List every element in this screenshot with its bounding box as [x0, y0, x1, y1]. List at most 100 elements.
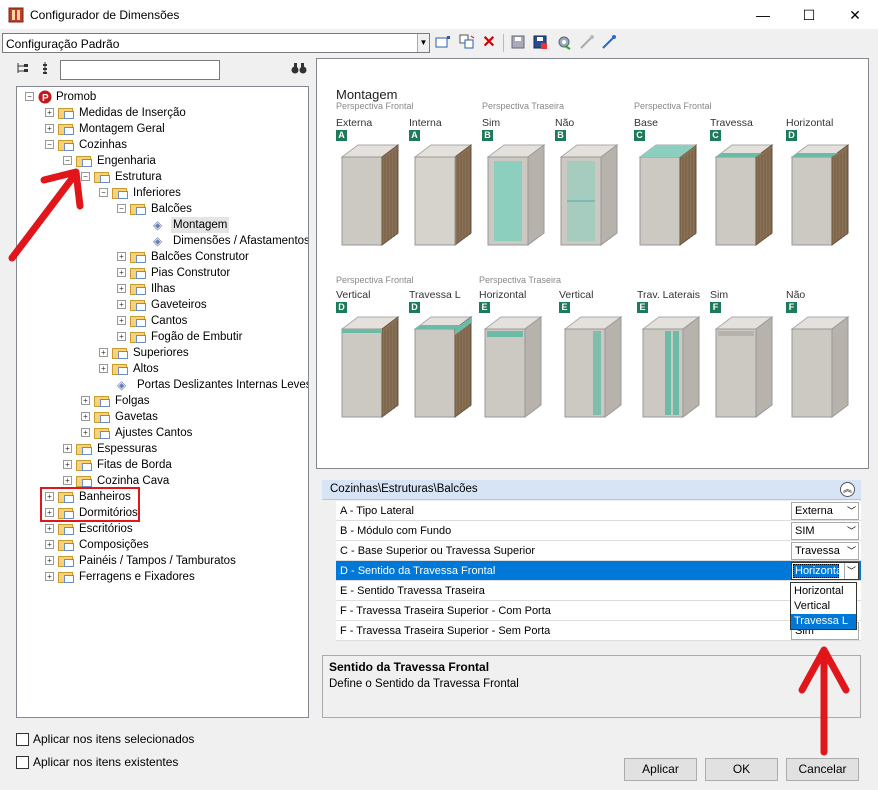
- chevron-down-icon[interactable]: ﹀: [847, 543, 856, 559]
- maximize-button[interactable]: ☐: [786, 0, 832, 30]
- cabinet-badge: B: [482, 130, 493, 141]
- property-row[interactable]: E - Sentido Travessa Traseira: [336, 581, 861, 601]
- export-icon[interactable]: [600, 34, 618, 52]
- property-value-select[interactable]: Horizontal ﹀: [791, 562, 859, 580]
- binoculars-icon[interactable]: [290, 61, 308, 79]
- expand-toggle[interactable]: +: [81, 428, 90, 437]
- tag-icon: ◈: [117, 378, 127, 392]
- expand-toggle[interactable]: +: [63, 444, 72, 453]
- settings-gear-icon[interactable]: [555, 34, 573, 52]
- property-row[interactable]: F - Travessa Traseira Superior - Com Por…: [336, 601, 861, 621]
- expand-toggle[interactable]: +: [117, 332, 126, 341]
- expand-toggle[interactable]: +: [63, 476, 72, 485]
- ok-button[interactable]: OK: [705, 758, 778, 781]
- tree-node-label: Dimensões / Afastamentos: [173, 235, 309, 247]
- properties-grid: A - Tipo Lateral Externa ﹀ B - Módulo com…: [322, 501, 861, 645]
- save-as-icon[interactable]: [531, 34, 549, 52]
- expand-toggle[interactable]: +: [117, 300, 126, 309]
- apply-selected-checkbox[interactable]: [16, 733, 29, 746]
- chevron-down-icon[interactable]: ﹀: [847, 503, 856, 519]
- folder-icon: [94, 170, 110, 183]
- expand-toggle[interactable]: +: [99, 364, 108, 373]
- expand-toggle[interactable]: +: [117, 268, 126, 277]
- chevron-down-icon[interactable]: ▼: [417, 34, 429, 52]
- tree-node-label: Balcões Construtor: [151, 251, 249, 263]
- promob-logo-icon: P: [38, 90, 52, 104]
- folder-icon: [58, 138, 74, 151]
- folder-icon: [76, 458, 92, 471]
- expand-tree-icon[interactable]: [14, 61, 32, 79]
- copy-config-icon[interactable]: [458, 34, 476, 52]
- new-config-icon[interactable]: [434, 34, 452, 52]
- dropdown-list[interactable]: Horizontal Vertical Travessa L: [790, 582, 857, 630]
- apply-button[interactable]: Aplicar: [624, 758, 697, 781]
- property-row[interactable]: B - Módulo com Fundo SIM ﹀: [336, 521, 861, 541]
- tree-node-label: Fitas de Borda: [97, 459, 172, 471]
- cabinet-badge: E: [559, 302, 570, 313]
- delete-icon[interactable]: ✕: [480, 34, 498, 52]
- cabinet-label: Interna: [409, 117, 442, 129]
- tree-search-input[interactable]: [60, 60, 220, 80]
- collapse-tree-icon[interactable]: [38, 61, 56, 79]
- property-label: E - Sentido Travessa Traseira: [340, 585, 485, 597]
- chevron-down-icon[interactable]: ﹀: [843, 563, 856, 579]
- dropdown-option-highlighted[interactable]: Travessa L: [791, 614, 856, 629]
- property-value-select[interactable]: Externa ﹀: [791, 502, 859, 520]
- property-row[interactable]: A - Tipo Lateral Externa ﹀: [336, 501, 861, 521]
- minimize-button[interactable]: —: [740, 0, 786, 30]
- cabinet-label: Sim: [482, 117, 501, 129]
- folder-icon: [130, 266, 146, 279]
- property-value-select[interactable]: SIM ﹀: [791, 522, 859, 540]
- expand-toggle[interactable]: +: [99, 348, 108, 357]
- collapse-toggle[interactable]: −: [45, 140, 54, 149]
- property-row[interactable]: F - Travessa Traseira Superior - Sem Por…: [336, 621, 861, 641]
- import-icon[interactable]: [578, 34, 596, 52]
- expand-toggle[interactable]: +: [63, 460, 72, 469]
- expand-toggle[interactable]: +: [45, 556, 54, 565]
- expand-toggle[interactable]: +: [117, 284, 126, 293]
- apply-existing-label: Aplicar nos itens existentes: [33, 755, 179, 769]
- property-value-select[interactable]: Travessa ﹀: [791, 542, 859, 560]
- chevron-down-icon[interactable]: ﹀: [847, 523, 856, 539]
- expand-toggle[interactable]: +: [45, 124, 54, 133]
- tree-node-label: Cantos: [151, 315, 188, 327]
- save-icon[interactable]: [509, 34, 527, 52]
- folder-icon: [112, 346, 128, 359]
- expand-toggle[interactable]: +: [45, 524, 54, 533]
- collapse-toggle[interactable]: −: [25, 92, 34, 101]
- preview-panel: Montagem Perspectiva Frontal Perspectiva…: [316, 58, 869, 469]
- folder-icon: [94, 394, 110, 407]
- collapse-toggle[interactable]: −: [117, 204, 126, 213]
- apply-existing-checkbox[interactable]: [16, 756, 29, 769]
- cancel-button[interactable]: Cancelar: [786, 758, 859, 781]
- tree-node-label: Ferragens e Fixadores: [79, 571, 195, 583]
- cabinet-badge: C: [634, 130, 645, 141]
- collapse-panel-icon[interactable]: ︽: [840, 482, 855, 497]
- property-row-selected[interactable]: D - Sentido da Travessa Frontal Horizont…: [336, 561, 861, 581]
- expand-toggle[interactable]: +: [45, 540, 54, 549]
- expand-toggle[interactable]: +: [81, 412, 90, 421]
- section-label: Perspectiva Traseira: [479, 275, 562, 285]
- cabinet-badge: E: [637, 302, 648, 313]
- property-value: SIM: [795, 525, 815, 537]
- configuration-select[interactable]: Configuração Padrão ▼: [2, 33, 430, 53]
- collapse-toggle[interactable]: −: [99, 188, 108, 197]
- tree-node-label: Escritórios: [79, 523, 133, 535]
- annotation-arrow-up-icon: [798, 646, 850, 756]
- expand-toggle[interactable]: +: [117, 316, 126, 325]
- cabinet-badge: D: [336, 302, 347, 313]
- cabinet-label: Horizontal: [479, 289, 527, 301]
- dropdown-option[interactable]: Vertical: [791, 599, 856, 614]
- expand-toggle[interactable]: +: [45, 572, 54, 581]
- property-row[interactable]: C - Base Superior ou Travessa Superior T…: [336, 541, 861, 561]
- close-button[interactable]: ✕: [832, 0, 878, 30]
- tree-node-label: Engenharia: [97, 155, 156, 167]
- expand-toggle[interactable]: +: [45, 108, 54, 117]
- expand-toggle[interactable]: +: [81, 396, 90, 405]
- folder-icon: [112, 362, 128, 375]
- tree-node-label: Promob: [56, 91, 97, 103]
- dropdown-option[interactable]: Horizontal: [791, 584, 856, 599]
- expand-toggle[interactable]: +: [117, 252, 126, 261]
- folder-icon: [94, 426, 110, 439]
- tree-node-label: Montagem: [171, 217, 230, 233]
